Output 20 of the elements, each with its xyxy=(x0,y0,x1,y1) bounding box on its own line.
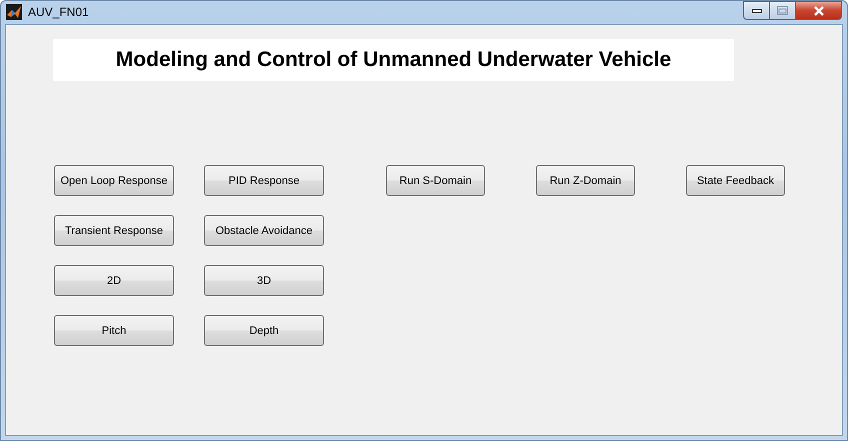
minimize-button[interactable] xyxy=(743,1,770,20)
app-icon xyxy=(6,4,22,20)
window-title: AUV_FN01 xyxy=(28,5,90,19)
push-button[interactable]: Depth xyxy=(204,315,324,346)
push-button[interactable]: Run Z-Domain xyxy=(536,165,635,196)
minimize-icon xyxy=(752,8,762,12)
heading-title: Modeling and Control of Unmanned Underwater Vehicle xyxy=(53,39,734,81)
push-button[interactable]: Pitch xyxy=(54,315,174,346)
maximize-button[interactable] xyxy=(770,1,796,20)
close-button[interactable] xyxy=(796,1,842,20)
push-button[interactable]: 2D xyxy=(54,265,174,296)
push-button[interactable]: Obstacle Avoidance xyxy=(204,215,324,246)
push-button[interactable]: Open Loop Response xyxy=(54,165,174,196)
push-button[interactable]: Transient Response xyxy=(54,215,174,246)
push-button[interactable]: PID Response xyxy=(204,165,324,196)
close-icon xyxy=(812,6,824,16)
push-button[interactable]: Run S-Domain xyxy=(386,165,485,196)
push-button[interactable]: State Feedback xyxy=(686,165,785,196)
push-button[interactable]: 3D xyxy=(204,265,324,296)
maximize-icon xyxy=(777,6,788,15)
